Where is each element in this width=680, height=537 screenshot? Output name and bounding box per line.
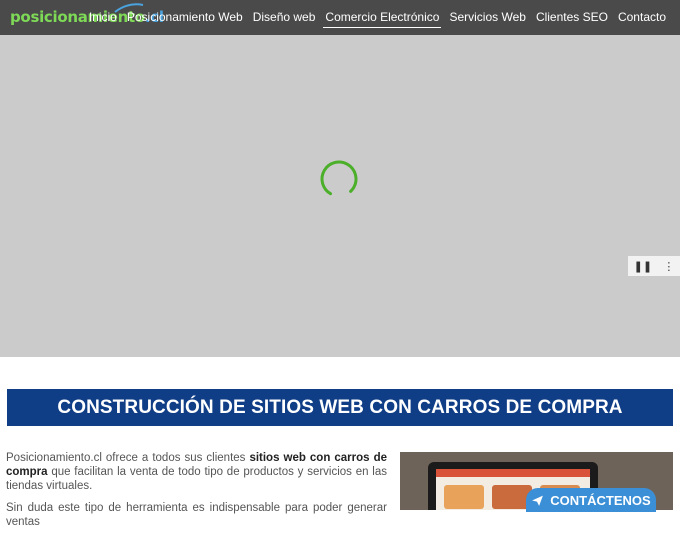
section-content: Posicionamiento.cl ofrece a todos sus cl…: [6, 451, 387, 537]
screen-header-bar: [436, 469, 590, 477]
hero-video[interactable]: ❚❚ ⋮: [0, 35, 680, 357]
more-options-icon[interactable]: ⋮: [663, 260, 674, 273]
product-thumb-1: [444, 485, 484, 509]
loading-spinner-icon: [320, 160, 358, 198]
pause-icon[interactable]: ❚❚: [634, 260, 652, 273]
paragraph-1: Posicionamiento.cl ofrece a todos sus cl…: [6, 451, 387, 493]
menu-item-posicionamiento-web[interactable]: Posicionamiento Web: [123, 0, 247, 35]
section-title: CONSTRUCCIÓN DE SITIOS WEB CON CARROS DE…: [57, 396, 623, 418]
contact-button[interactable]: CONTÁCTENOS: [526, 488, 656, 512]
menu-item-diseno-web[interactable]: Diseño web: [249, 0, 320, 35]
menu-item-inicio[interactable]: Inicio: [85, 0, 121, 35]
menu-item-clientes-seo[interactable]: Clientes SEO: [532, 0, 612, 35]
paper-plane-icon: [532, 495, 544, 506]
menu-item-contacto[interactable]: Contacto: [614, 0, 670, 35]
section-title-bar: CONSTRUCCIÓN DE SITIOS WEB CON CARROS DE…: [7, 389, 673, 426]
menu-item-servicios-web[interactable]: Servicios Web: [445, 0, 529, 35]
menu-item-comercio-electronico[interactable]: Comercio Electrónico: [321, 0, 443, 35]
main-menu: Inicio Posicionamiento Web Diseño web Co…: [83, 0, 670, 35]
paragraph-2: Sin duda este tipo de herramienta es ind…: [6, 502, 387, 528]
video-controls: ❚❚ ⋮: [628, 256, 680, 276]
contact-button-label: CONTÁCTENOS: [550, 492, 651, 508]
para1-text-a: Posicionamiento.cl ofrece a todos sus cl…: [6, 452, 250, 464]
top-navbar: posicionamiento.cl Inicio Posicionamient…: [0, 0, 680, 35]
para1-text-c: que facilitan la venta de todo tipo de p…: [6, 466, 387, 492]
